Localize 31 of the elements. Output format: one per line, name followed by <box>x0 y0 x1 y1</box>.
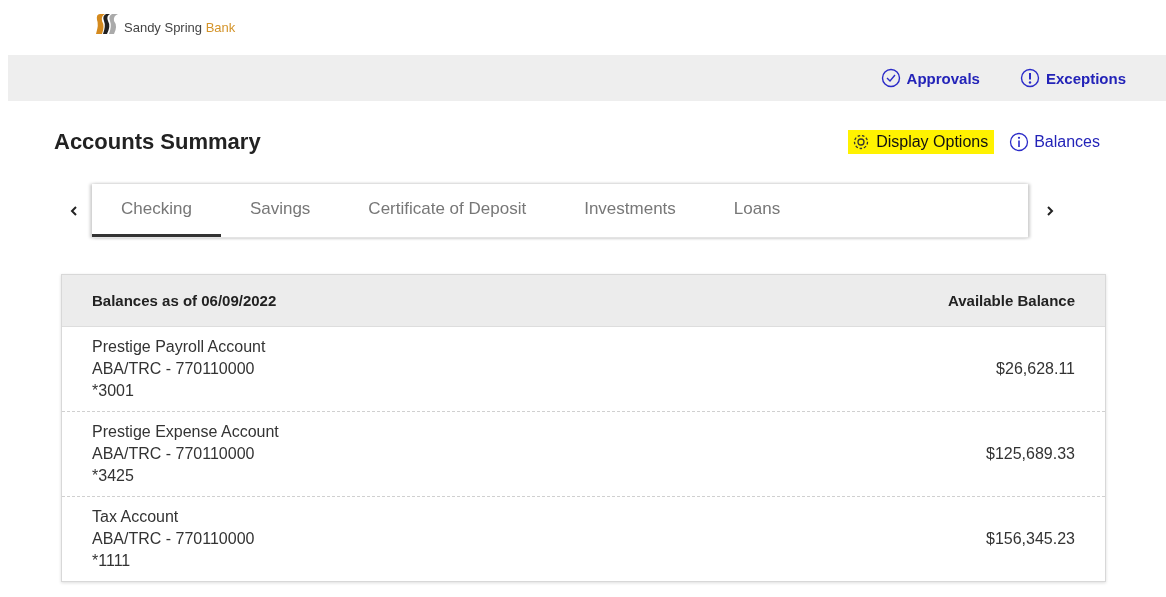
routing-number: ABA/TRC - 770110000 <box>92 529 255 549</box>
available-balance: $156,345.23 <box>986 530 1075 548</box>
routing-number: ABA/TRC - 770110000 <box>92 359 256 379</box>
page-title: Accounts Summary <box>54 129 261 155</box>
tab[interactable]: Investments <box>555 184 705 237</box>
account-number: *1111 <box>92 551 132 571</box>
available-balance: $26,628.11 <box>996 360 1075 378</box>
column-header: Balances as of 06/09/2022 <box>92 292 277 309</box>
tab[interactable]: Savings <box>220 184 340 237</box>
account-name[interactable]: Prestige Expense Account <box>92 421 279 443</box>
account-name[interactable]: Prestige Payroll Account <box>92 336 266 358</box>
approvals-link[interactable]: Approvals <box>880 68 980 88</box>
account-number: *3001 <box>92 381 135 401</box>
chevron-left-icon <box>69 206 79 216</box>
tab[interactable]: Certificate of Deposit <box>339 184 556 237</box>
available-balance: $125,689.33 <box>986 445 1075 463</box>
exceptions-link[interactable]: Exceptions <box>1019 68 1126 88</box>
balances-link[interactable]: Balances <box>1006 130 1106 154</box>
account-number: *3425 <box>92 466 135 486</box>
logo-text: Sandy Spring Bank <box>124 20 236 35</box>
info-icon <box>1009 132 1030 152</box>
logo-icon <box>94 12 120 35</box>
chevron-right-icon <box>1045 206 1055 216</box>
display-options-link[interactable]: Display Options <box>848 130 995 154</box>
column-header: Available Balance <box>948 292 1075 309</box>
account-name[interactable]: Tax Account <box>92 506 255 528</box>
routing-number: ABA/TRC - 770110000 <box>92 444 256 464</box>
check-circle-icon <box>880 68 901 88</box>
tab[interactable]: Loans <box>704 184 810 237</box>
exclamation-circle-icon <box>1019 68 1040 88</box>
tab[interactable]: Checking <box>92 184 221 237</box>
